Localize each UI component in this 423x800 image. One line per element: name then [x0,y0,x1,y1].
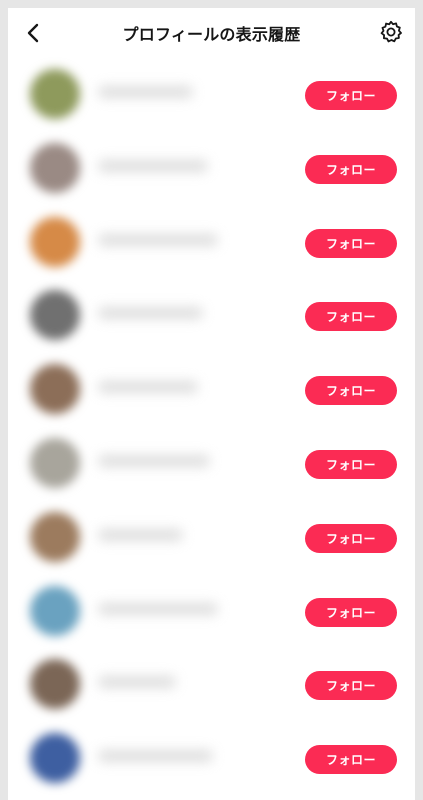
follow-button[interactable]: フォロー [305,523,397,553]
username-blurred[interactable] [98,454,210,467]
list-item[interactable]: フォロー [8,646,415,720]
username-blurred[interactable] [98,528,183,541]
app-screen: プロフィールの表示履歴 フォロー フォロー フォロー フォロー フォロー フォロー フォロー… [8,8,415,800]
follow-button[interactable]: フォロー [305,302,397,332]
username-blurred[interactable] [98,602,218,615]
list-item[interactable]: フォロー [8,56,415,130]
avatar[interactable] [30,511,80,562]
avatar[interactable] [30,585,80,636]
list-item[interactable]: フォロー [8,499,415,573]
follow-button[interactable]: フォロー [305,597,397,627]
username-blurred[interactable] [98,233,218,246]
avatar[interactable] [30,733,80,784]
follow-button[interactable]: フォロー [305,376,397,406]
list-item[interactable]: フォロー [8,573,415,647]
avatar[interactable] [30,659,80,710]
avatar[interactable] [30,69,80,119]
chevron-left-icon [27,23,39,43]
username-blurred[interactable] [98,676,176,689]
avatar[interactable] [30,364,80,415]
header: プロフィールの表示履歴 [8,8,415,58]
list-item[interactable]: フォロー [8,204,415,278]
follow-button[interactable]: フォロー [305,81,397,110]
list-item[interactable]: フォロー [8,351,415,425]
follow-button[interactable]: フォロー [305,154,397,184]
avatar[interactable] [30,142,80,193]
username-blurred[interactable] [98,750,213,763]
list-item[interactable]: フォロー [8,277,415,351]
viewer-list: フォロー フォロー フォロー フォロー フォロー フォロー フォロー フォロー フォロー フォロー [8,56,415,794]
follow-button[interactable]: フォロー [305,745,397,775]
settings-button[interactable] [377,18,405,46]
back-button[interactable] [20,19,48,47]
gear-icon [380,20,402,43]
username-blurred[interactable] [98,381,198,394]
list-item[interactable]: フォロー [8,130,415,204]
follow-button[interactable]: フォロー [305,449,397,479]
follow-button[interactable]: フォロー [305,228,397,258]
username-blurred[interactable] [98,307,203,320]
list-item[interactable]: フォロー [8,425,415,499]
avatar[interactable] [30,216,80,267]
page-title: プロフィールの表示履歴 [122,25,301,44]
username-blurred[interactable] [98,159,208,172]
list-item[interactable]: フォロー [8,720,415,794]
avatar[interactable] [30,437,80,488]
username-blurred[interactable] [98,86,193,98]
follow-button[interactable]: フォロー [305,671,397,701]
avatar[interactable] [30,290,80,341]
